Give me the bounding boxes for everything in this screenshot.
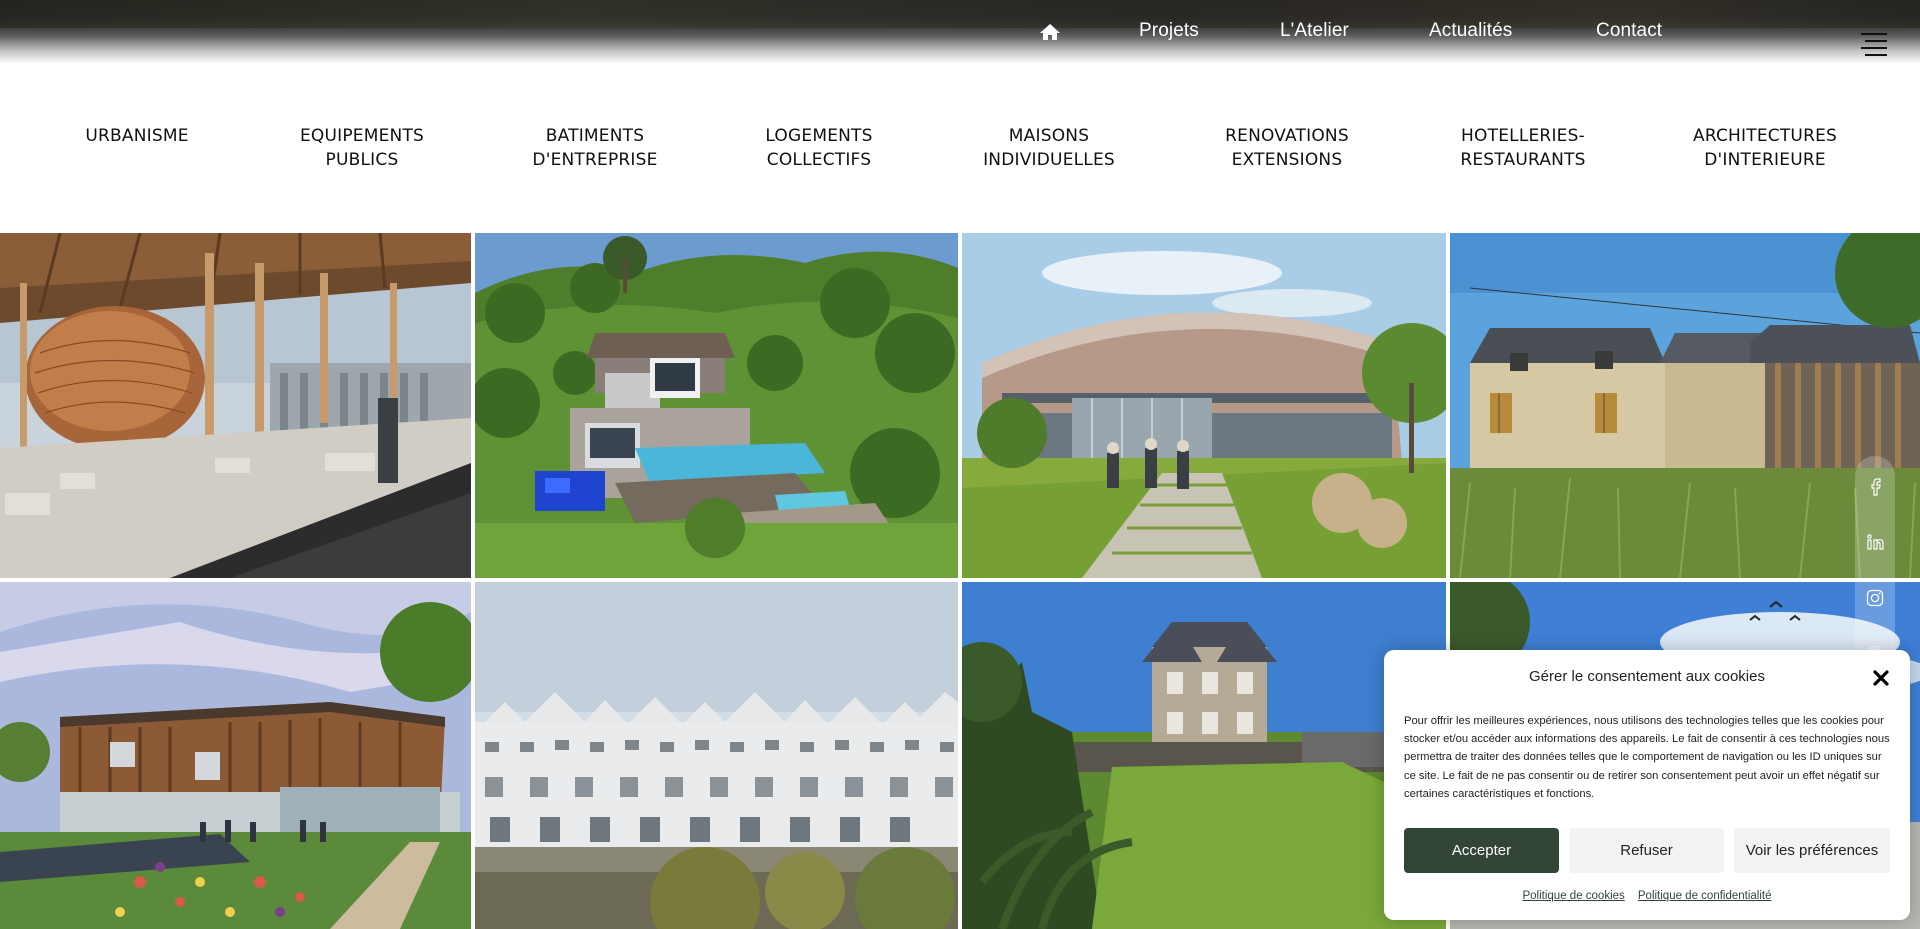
close-icon[interactable]	[1872, 669, 1890, 687]
category-hotelleries-restaurants[interactable]: HOTELLERIES- RESTAURANTS	[1460, 124, 1585, 172]
hamburger-menu-icon[interactable]	[1857, 29, 1887, 59]
project-photo	[0, 582, 471, 929]
category-logements-collectifs[interactable]: LOGEMENTS COLLECTIFS	[765, 124, 872, 172]
nav-link-actualites[interactable]: Actualités	[1429, 20, 1512, 42]
nav-link-projets[interactable]: Projets	[1139, 20, 1199, 42]
category-filter-bar: URBANISME EQUIPEMENTS PUBLICS BATIMENTS …	[0, 124, 1920, 184]
project-photo	[962, 582, 1446, 929]
project-photo	[475, 233, 958, 578]
project-tile-1[interactable]	[0, 233, 471, 578]
category-label: COLLECTIFS	[766, 150, 872, 170]
category-maisons-individuelles[interactable]: MAISONS INDIVIDUELLES	[983, 124, 1115, 172]
category-renovations-extensions[interactable]: RENOVATIONS EXTENSIONS	[1225, 124, 1349, 172]
facebook-icon[interactable]	[1865, 476, 1885, 496]
project-tile-5[interactable]	[0, 582, 471, 929]
project-photo	[1450, 233, 1920, 578]
cookie-policy-links: Politique de cookies Politique de confid…	[1384, 884, 1910, 903]
project-tile-7[interactable]	[962, 582, 1446, 929]
project-photo	[0, 233, 471, 578]
nav-link-atelier[interactable]: L'Atelier	[1280, 20, 1349, 42]
cookie-dialog-text: Pour offrir les meilleures expériences, …	[1404, 715, 1890, 800]
category-label: INDIVIDUELLES	[983, 150, 1115, 170]
top-navigation-bar: Projets L'Atelier Actualités Contact	[0, 0, 1920, 64]
category-label: RESTAURANTS	[1460, 150, 1586, 170]
accept-button[interactable]: Accepter	[1404, 828, 1559, 873]
instagram-icon[interactable]	[1865, 588, 1885, 608]
view-preferences-button[interactable]: Voir les préférences	[1734, 828, 1890, 873]
linkedin-icon[interactable]	[1865, 532, 1885, 552]
project-photo	[475, 582, 958, 929]
category-urbanisme[interactable]: URBANISME	[85, 124, 188, 148]
category-label: RENOVATIONS	[1225, 126, 1349, 146]
project-tile-2[interactable]	[475, 233, 958, 578]
project-tile-4[interactable]	[1450, 233, 1920, 578]
cookie-dialog-title: Gérer le consentement aux cookies	[1529, 668, 1765, 685]
project-tile-3[interactable]	[962, 233, 1446, 578]
social-links-rail	[1855, 456, 1895, 676]
category-label: PUBLICS	[325, 150, 399, 170]
category-label: EQUIPEMENTS	[299, 126, 425, 146]
category-label: MAISONS	[1008, 126, 1090, 146]
category-label: EXTENSIONS	[1231, 150, 1343, 170]
privacy-policy-link[interactable]: Politique de confidentialité	[1638, 890, 1772, 902]
category-label: ARCHITECTURES	[1692, 126, 1838, 146]
category-label: HOTELLERIES-	[1461, 126, 1585, 146]
category-batiments-entreprise[interactable]: BATIMENTS D'ENTREPRISE	[532, 124, 657, 172]
category-label: URBANISME	[85, 126, 189, 146]
cookie-policy-link[interactable]: Politique de cookies	[1522, 890, 1624, 902]
cookie-consent-dialog: Gérer le consentement aux cookies Pour o…	[1384, 650, 1910, 920]
category-label: LOGEMENTS	[765, 126, 873, 146]
category-equipements-publics[interactable]: EQUIPEMENTS PUBLICS	[300, 124, 424, 172]
category-architectures-interieure[interactable]: ARCHITECTURES D'INTERIEURE	[1693, 124, 1837, 172]
refuse-button[interactable]: Refuser	[1569, 828, 1724, 873]
category-label: D'ENTREPRISE	[532, 150, 658, 170]
category-label: BATIMENTS	[545, 126, 645, 146]
category-label: D'INTERIEURE	[1704, 150, 1826, 170]
project-photo	[962, 233, 1446, 578]
nav-link-contact[interactable]: Contact	[1596, 20, 1662, 42]
home-icon[interactable]	[1038, 22, 1062, 42]
project-tile-6[interactable]	[475, 582, 958, 929]
